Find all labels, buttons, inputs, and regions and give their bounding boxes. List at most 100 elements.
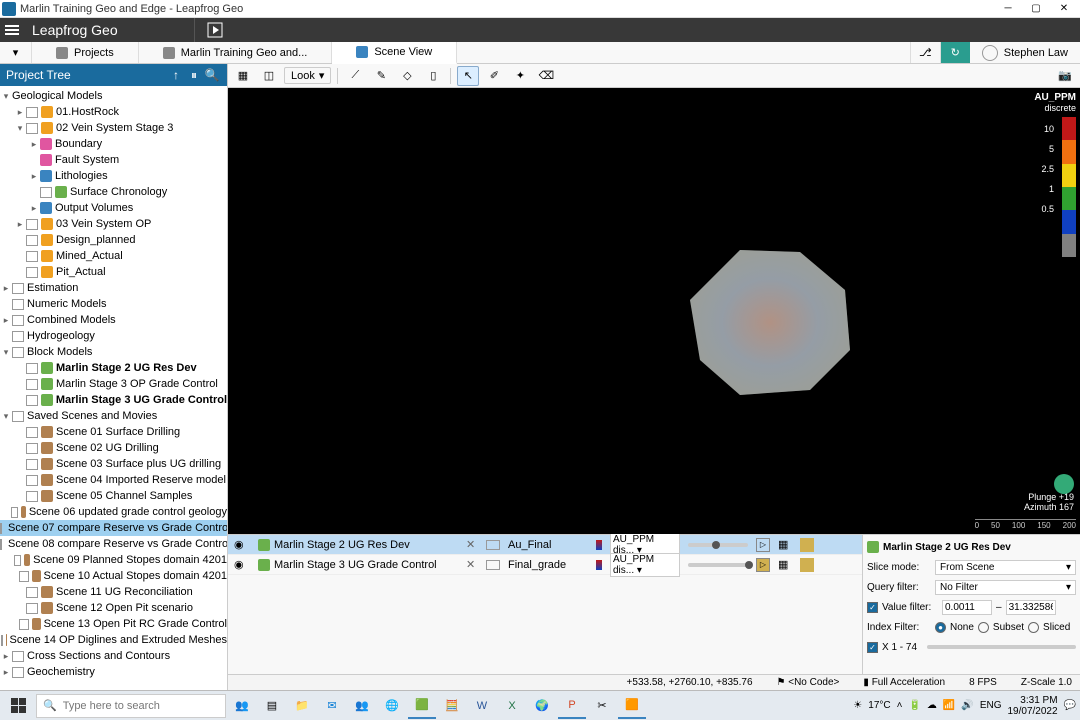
play-toggle[interactable]: ▷	[756, 558, 770, 572]
value-filter-low[interactable]	[942, 600, 992, 615]
maximize-button[interactable]: ▢	[1022, 1, 1050, 17]
tree-node[interactable]: Marlin Stage 3 OP Grade Control	[0, 376, 227, 392]
clock[interactable]: 3:31 PM 19/07/2022	[1007, 695, 1057, 717]
tool-measure-icon[interactable]: ⟋	[344, 66, 366, 86]
excel-icon[interactable]: X	[498, 693, 526, 719]
tree-node[interactable]: Surface Chronology	[0, 184, 227, 200]
tree-node[interactable]: Scene 13 Open Pit RC Grade Control	[0, 616, 227, 632]
calc-icon[interactable]: 🧮	[438, 693, 466, 719]
tool-eraser-icon[interactable]: ⌫	[535, 66, 557, 86]
tree-node[interactable]: ▾Geological Models	[0, 88, 227, 104]
play-toggle[interactable]: ▷	[756, 538, 770, 552]
project-tree-body[interactable]: ▾Geological Models▸01.HostRock▾02 Vein S…	[0, 86, 227, 690]
tree-node[interactable]: Scene 14 OP Diglines and Extruded Meshes	[0, 632, 227, 648]
outlook-icon[interactable]: ✉	[318, 693, 346, 719]
tool-overlay-icon[interactable]: ◫	[258, 66, 280, 86]
tree-node[interactable]: Scene 12 Open Pit scenario	[0, 600, 227, 616]
user-menu[interactable]: Stephen Law	[970, 42, 1080, 63]
tree-node[interactable]: Scene 04 Imported Reserve model	[0, 472, 227, 488]
tree-node[interactable]: ▸01.HostRock	[0, 104, 227, 120]
ppt-icon[interactable]: P	[558, 693, 586, 719]
branch-icon[interactable]: ⎇	[910, 42, 940, 63]
value-filter-checkbox[interactable]: ✓	[867, 602, 878, 613]
explorer-icon[interactable]: 📁	[288, 693, 316, 719]
tree-node[interactable]: Pit_Actual	[0, 264, 227, 280]
tree-node[interactable]: Scene 01 Surface Drilling	[0, 424, 227, 440]
app-icon-taskbar[interactable]: 🟩	[408, 693, 436, 719]
tree-search-icon[interactable]: 🔍	[203, 66, 221, 84]
teams-icon[interactable]: 👥	[348, 693, 376, 719]
axis-x-checkbox[interactable]: ✓	[867, 642, 878, 653]
color-swatch[interactable]	[486, 560, 500, 570]
layer-row[interactable]: ◉Marlin Stage 3 UG Grade Control✕Final_g…	[228, 555, 862, 575]
volume-icon[interactable]: 🔊	[961, 700, 973, 711]
tab-dropdown[interactable]: ▾	[0, 42, 32, 63]
tree-node[interactable]: ▸Combined Models	[0, 312, 227, 328]
taskbar-search[interactable]: 🔍Type here to search	[36, 694, 226, 718]
layer-options-icon[interactable]	[800, 558, 814, 572]
tree-node[interactable]: ▸03 Vein System OP	[0, 216, 227, 232]
visibility-toggle[interactable]: ◉	[234, 558, 250, 571]
cortana-icon[interactable]: 👥	[228, 693, 256, 719]
tab-projects[interactable]: Projects	[32, 42, 139, 63]
tool-brush-icon[interactable]: ✦	[509, 66, 531, 86]
opacity-slider[interactable]	[688, 543, 748, 547]
tree-node[interactable]: ▾02 Vein System Stage 3	[0, 120, 227, 136]
sync-icon[interactable]: ↻	[940, 42, 970, 63]
tree-node[interactable]: Scene 03 Surface plus UG drilling	[0, 456, 227, 472]
word-icon[interactable]: W	[468, 693, 496, 719]
tree-node[interactable]: Scene 08 compare Reserve vs Grade Contro…	[0, 536, 227, 552]
system-tray[interactable]: ☀ 17°C ˄ 🔋 ☁ 📶 🔊 ENG 3:31 PM 19/07/2022 …	[853, 695, 1076, 717]
tool-pointer-icon[interactable]: ↖	[457, 66, 479, 86]
tree-node[interactable]: ▸Geochemistry	[0, 664, 227, 680]
tree-node[interactable]: ▸Cross Sections and Contours	[0, 648, 227, 664]
minimize-button[interactable]: ─	[994, 1, 1022, 17]
tree-node[interactable]: Numeric Models	[0, 296, 227, 312]
slice-mode-select[interactable]: From Scene▾	[935, 560, 1076, 575]
menu-button[interactable]	[0, 25, 24, 35]
tree-node[interactable]: Mined_Actual	[0, 248, 227, 264]
start-button[interactable]	[4, 693, 34, 719]
tree-node[interactable]: ▾Saved Scenes and Movies	[0, 408, 227, 424]
tree-node[interactable]: Scene 07 compare Reserve vs Grade Contro…	[0, 520, 227, 536]
tree-node[interactable]: Scene 06 updated grade control geology	[0, 504, 227, 520]
axis-x-slider[interactable]	[927, 645, 1076, 649]
layer-options-icon[interactable]	[800, 538, 814, 552]
snip-icon[interactable]: ✂	[588, 693, 616, 719]
battery-icon[interactable]: 🔋	[908, 700, 920, 711]
value-filter-high[interactable]	[1006, 600, 1056, 615]
camera-icon[interactable]: 📷	[1054, 66, 1076, 86]
visibility-toggle[interactable]: ◉	[234, 538, 250, 551]
tree-node[interactable]: Hydrogeology	[0, 328, 227, 344]
tree-node[interactable]: Scene 10 Actual Stopes domain 4201	[0, 568, 227, 584]
tool-plane-icon[interactable]: ▯	[422, 66, 444, 86]
tool-pen-icon[interactable]: ✎	[370, 66, 392, 86]
tree-node[interactable]: ▾Block Models	[0, 344, 227, 360]
task-view-icon[interactable]: ▤	[258, 693, 286, 719]
remove-layer-icon[interactable]: ✕	[466, 538, 478, 551]
tool-select-icon[interactable]: ▦	[232, 66, 254, 86]
index-sliced-radio[interactable]	[1028, 622, 1039, 633]
grid-icon[interactable]: ▦	[778, 558, 792, 572]
onedrive-icon[interactable]: ☁	[927, 700, 937, 711]
tab-scene-view[interactable]: Scene View	[332, 42, 457, 64]
index-subset-radio[interactable]	[978, 622, 989, 633]
layer-row[interactable]: ◉Marlin Stage 2 UG Res Dev✕Au_FinalAU_PP…	[228, 535, 862, 555]
tree-node[interactable]: Scene 11 UG Reconciliation	[0, 584, 227, 600]
close-button[interactable]: ✕	[1050, 1, 1078, 17]
play-button[interactable]	[194, 18, 234, 42]
colormap-select[interactable]: AU_PPM dis... ▾	[610, 553, 680, 577]
tree-node[interactable]: Scene 09 Planned Stopes domain 4201	[0, 552, 227, 568]
tree-node[interactable]: Marlin Stage 3 UG Grade Control	[0, 392, 227, 408]
opacity-slider[interactable]	[688, 563, 748, 567]
compass-icon[interactable]	[1054, 474, 1074, 494]
tree-up-icon[interactable]: ↑	[167, 66, 185, 84]
remove-layer-icon[interactable]: ✕	[466, 558, 478, 571]
tree-node[interactable]: Fault System	[0, 152, 227, 168]
tab-document[interactable]: Marlin Training Geo and...	[139, 42, 333, 63]
scene-viewport[interactable]: AU_PPM discrete 1052.510.5 Plunge +19 Az…	[228, 88, 1080, 534]
index-none-radio[interactable]: ●	[935, 622, 946, 633]
query-filter-select[interactable]: No Filter▾	[935, 580, 1076, 595]
tree-node[interactable]: ▸Boundary	[0, 136, 227, 152]
chrome-icon[interactable]: 🌐	[378, 693, 406, 719]
